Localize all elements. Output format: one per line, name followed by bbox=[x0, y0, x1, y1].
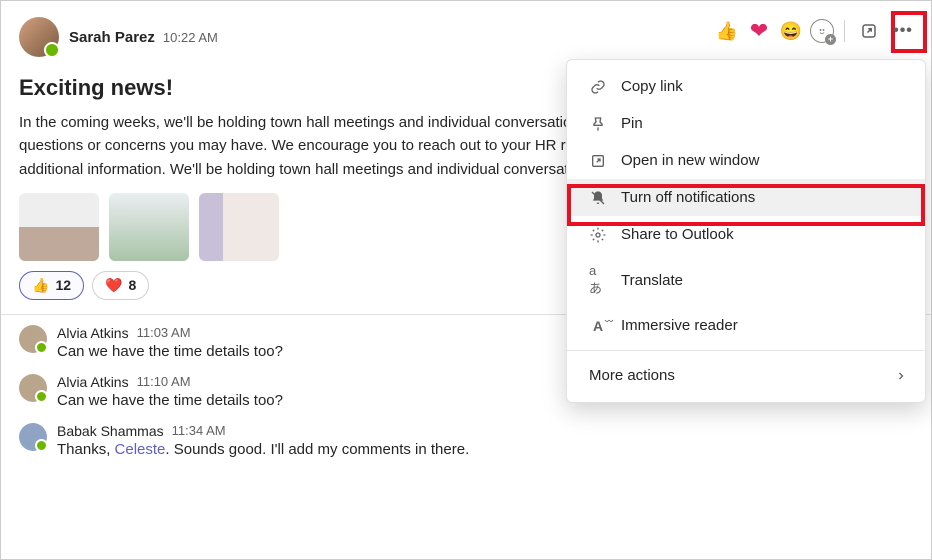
thumbs-up-pill[interactable]: 👍 12 bbox=[19, 271, 84, 300]
reply-text-post: . Sounds good. I'll add my comments in t… bbox=[165, 441, 469, 458]
reply-body: Thanks, Celeste. Sounds good. I'll add m… bbox=[57, 441, 469, 458]
pop-out-icon[interactable] bbox=[855, 17, 883, 45]
menu-divider bbox=[567, 350, 925, 351]
menu-label: Share to Outlook bbox=[621, 226, 734, 243]
avatar-babak[interactable] bbox=[19, 423, 47, 451]
menu-open-new-window[interactable]: Open in new window bbox=[567, 142, 925, 179]
reply-time: 11:03 AM bbox=[137, 325, 191, 340]
heart-icon[interactable]: ❤ bbox=[746, 18, 772, 44]
message-header: Sarah Parez 10:22 AM 👍 ❤ 😄 + ••• bbox=[1, 1, 931, 57]
menu-label: Turn off notifications bbox=[621, 189, 755, 206]
divider bbox=[844, 20, 845, 42]
more-options-button[interactable]: ••• bbox=[889, 17, 917, 45]
menu-label: Copy link bbox=[621, 78, 683, 95]
heart-icon: ❤️ bbox=[105, 277, 122, 294]
translate-icon: aあ bbox=[589, 263, 607, 297]
reply: Babak Shammas 11:34 AM Thanks, Celeste. … bbox=[1, 413, 931, 462]
chevron-right-icon bbox=[895, 370, 907, 382]
reply-text-pre: Thanks, bbox=[57, 441, 115, 458]
menu-turn-off-notifications[interactable]: Turn off notifications bbox=[567, 179, 925, 216]
reply-author: Alvia Atkins bbox=[57, 325, 129, 341]
pin-icon bbox=[589, 116, 607, 132]
message-actions-bar: 👍 ❤ 😄 + ••• bbox=[714, 17, 917, 45]
image-thumbnail[interactable] bbox=[199, 193, 279, 261]
menu-copy-link[interactable]: Copy link bbox=[567, 68, 925, 105]
laugh-icon[interactable]: 😄 bbox=[778, 18, 804, 44]
thumbs-up-count: 12 bbox=[55, 277, 71, 293]
menu-more-actions[interactable]: More actions bbox=[567, 357, 925, 394]
add-reaction-icon[interactable]: + bbox=[810, 19, 834, 43]
reply-body: Can we have the time details too? bbox=[57, 392, 283, 409]
gear-icon bbox=[589, 227, 607, 243]
mention-link[interactable]: Celeste bbox=[115, 441, 166, 458]
reply-time: 11:34 AM bbox=[172, 423, 226, 438]
image-thumbnail[interactable] bbox=[19, 193, 99, 261]
pop-out-icon bbox=[589, 153, 607, 169]
message-context-menu: Copy link Pin Open in new window Turn of… bbox=[566, 59, 926, 403]
menu-immersive-reader[interactable]: A〰 Immersive reader bbox=[567, 307, 925, 344]
menu-label: Translate bbox=[621, 272, 683, 289]
heart-count: 8 bbox=[128, 277, 136, 293]
menu-share-outlook[interactable]: Share to Outlook bbox=[567, 216, 925, 253]
heart-pill[interactable]: ❤️ 8 bbox=[92, 271, 149, 300]
more-options-icon: ••• bbox=[893, 22, 913, 40]
link-icon bbox=[589, 79, 607, 95]
avatar-alvia[interactable] bbox=[19, 374, 47, 402]
thumbs-up-icon: 👍 bbox=[32, 277, 49, 294]
reply-body: Can we have the time details too? bbox=[57, 343, 283, 360]
menu-label: More actions bbox=[589, 367, 675, 384]
reply-author: Babak Shammas bbox=[57, 423, 164, 439]
reply-author: Alvia Atkins bbox=[57, 374, 129, 390]
message-author: Sarah Parez bbox=[69, 29, 155, 46]
message-time: 10:22 AM bbox=[163, 30, 218, 45]
menu-pin[interactable]: Pin bbox=[567, 105, 925, 142]
menu-label: Immersive reader bbox=[621, 317, 738, 334]
reply-time: 11:10 AM bbox=[137, 374, 191, 389]
bell-off-icon bbox=[589, 190, 607, 206]
thumbs-up-icon[interactable]: 👍 bbox=[714, 18, 740, 44]
avatar-alvia[interactable] bbox=[19, 325, 47, 353]
image-thumbnail[interactable] bbox=[109, 193, 189, 261]
avatar-sarah[interactable] bbox=[19, 17, 59, 57]
menu-translate[interactable]: aあ Translate bbox=[567, 253, 925, 307]
menu-label: Open in new window bbox=[621, 152, 759, 169]
menu-label: Pin bbox=[621, 115, 643, 132]
immersive-reader-icon: A〰 bbox=[589, 318, 607, 334]
